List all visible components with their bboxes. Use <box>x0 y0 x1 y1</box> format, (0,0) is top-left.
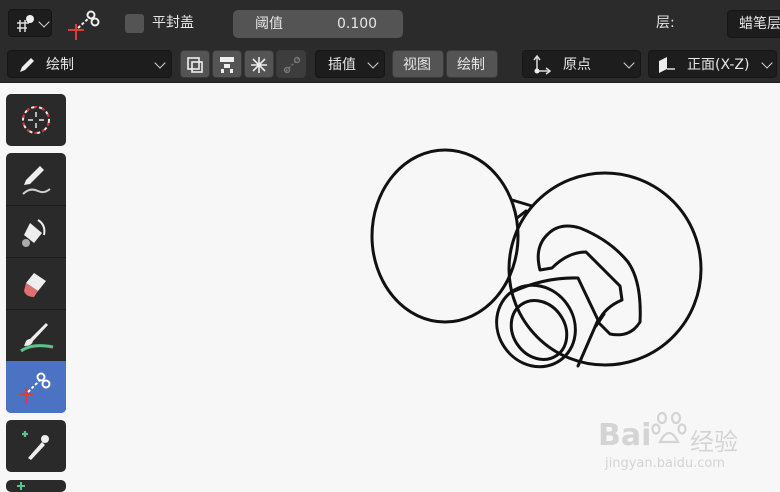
pencil-icon <box>20 58 34 72</box>
paw-icon <box>651 411 687 444</box>
draw-button-label: 绘制 <box>457 57 485 73</box>
threshold-value: 0.100 <box>337 16 378 32</box>
watermark-brand-right: 经验 <box>690 428 738 456</box>
origin-axes-icon <box>533 55 551 75</box>
cylinder-end-stroke <box>495 283 577 369</box>
layer-select[interactable]: 蜡笔层 <box>727 10 780 38</box>
chevron-down-icon <box>154 57 166 69</box>
flat-caps-label: 平封盖 <box>152 15 194 31</box>
chevron-down-icon <box>367 57 379 69</box>
watermark-url: jingyan.baidu.com <box>605 456 725 471</box>
draw-mode-select[interactable]: 绘制 <box>7 50 172 78</box>
view-button[interactable]: 视图 <box>392 50 444 78</box>
draw-mode-label: 绘制 <box>46 57 74 73</box>
grease-pencil-mode-icon <box>17 15 34 32</box>
layers-icon <box>220 57 234 73</box>
copy-toggle[interactable] <box>180 50 210 78</box>
tool-settings-bar: 绘制 插值 视图 绘制 原点 正面(X-Z) <box>0 46 780 83</box>
layer-value: 蜡笔层 <box>739 16 780 32</box>
header-bar: 平封盖 阈值 0.100 层: 蜡笔层 <box>0 0 780 46</box>
layer-label: 层: <box>656 15 675 31</box>
origin-label: 原点 <box>563 57 591 73</box>
interpolation-select[interactable]: 插值 <box>315 50 385 78</box>
left-sphere-stroke <box>370 148 520 324</box>
plane-label: 正面(X-Z) <box>687 57 750 73</box>
layers-toggle[interactable] <box>212 50 242 78</box>
origin-select[interactable]: 原点 <box>522 50 641 78</box>
flat-caps-checkbox[interactable] <box>125 14 144 33</box>
snowflake-icon <box>251 57 267 73</box>
threshold-label: 阈值 <box>255 16 283 32</box>
chevron-down-icon <box>38 16 50 28</box>
link-toggle[interactable] <box>276 50 306 78</box>
threshold-field[interactable]: 阈值 0.100 <box>233 10 403 38</box>
chevron-down-icon <box>623 57 635 69</box>
chevron-down-icon <box>761 57 773 69</box>
copy-icon <box>187 57 203 73</box>
plane-select[interactable]: 正面(X-Z) <box>648 50 777 78</box>
interpolation-label: 插值 <box>328 57 356 73</box>
cutter-icon[interactable] <box>64 8 102 40</box>
snowflake-toggle[interactable] <box>244 50 274 78</box>
draw-button[interactable]: 绘制 <box>446 50 498 78</box>
connector-stroke <box>510 198 534 208</box>
front-plane-icon <box>659 57 675 73</box>
link-icon <box>283 56 301 74</box>
watermark-brand-left: Bai <box>598 418 652 453</box>
view-button-label: 视图 <box>403 57 431 73</box>
mode-dropdown[interactable] <box>8 9 52 37</box>
